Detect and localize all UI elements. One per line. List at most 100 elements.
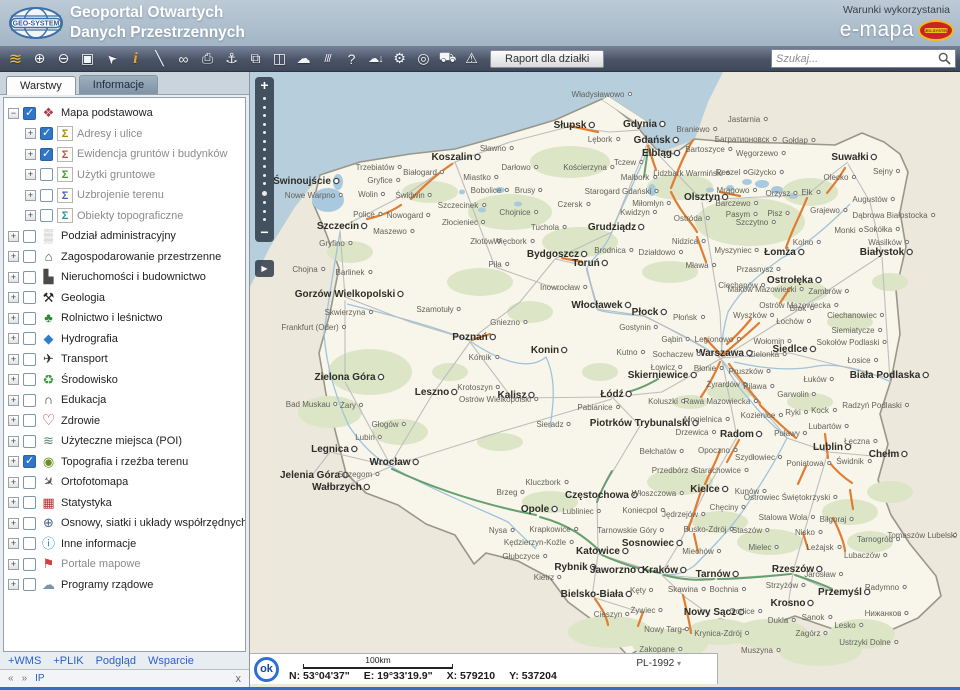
wsparcie-link[interactable]: Wsparcie	[148, 655, 194, 667]
tab-informacje[interactable]: Informacje	[79, 75, 158, 94]
layer-adresy[interactable]: Σ Adresy i ulice	[8, 124, 243, 145]
layer-checkbox[interactable]	[23, 107, 36, 120]
layer-mapa-podstawowa[interactable]: ❖ Mapa podstawowa	[8, 103, 243, 124]
ip-link[interactable]: IP	[35, 673, 44, 684]
expand-icon[interactable]	[8, 231, 19, 242]
layer-checkbox[interactable]	[23, 291, 36, 304]
layer-nieruchomosci[interactable]: ▙ Nieruchomości i budownictwo	[8, 267, 243, 288]
zoom-in-icon[interactable]: ⊕	[28, 48, 51, 70]
expand-icon[interactable]	[8, 292, 19, 303]
layer-checkbox[interactable]	[23, 250, 36, 263]
link-icon[interactable]: ∞	[172, 48, 195, 70]
layer-checkbox[interactable]	[40, 189, 53, 202]
warning-icon[interactable]: ⚠	[460, 48, 483, 70]
sidebar-toggle-button[interactable]: ▶	[255, 260, 274, 277]
expand-icon[interactable]	[8, 518, 19, 529]
layer-checkbox[interactable]	[23, 230, 36, 243]
zoom-in-button[interactable]: +	[255, 78, 274, 93]
layer-checkbox[interactable]	[23, 312, 36, 325]
pointer-icon[interactable]: ➤	[96, 43, 128, 75]
next-page-button[interactable]: »	[22, 673, 28, 684]
layer-checkbox[interactable]	[23, 558, 36, 571]
layer-osnowy[interactable]: ⊕ Osnowy, siatki i układy współrzędnych	[8, 513, 243, 534]
expand-icon[interactable]	[8, 374, 19, 385]
layer-transport[interactable]: ✈ Transport	[8, 349, 243, 370]
layout-icon[interactable]: ◫	[268, 48, 291, 70]
measure-line-icon[interactable]: ╲	[148, 48, 171, 70]
layer-programy-rzadowe[interactable]: ☁ Programy rządowe	[8, 575, 243, 596]
search-input[interactable]	[776, 53, 938, 65]
close-icon[interactable]: x	[236, 673, 242, 685]
copy-window-icon[interactable]: ⧉	[244, 48, 267, 70]
layer-checkbox[interactable]	[23, 332, 36, 345]
expand-icon[interactable]	[8, 497, 19, 508]
polygon-icon[interactable]: ☁	[292, 48, 315, 70]
layer-poi[interactable]: ≋ Użyteczne miejsca (POI)	[8, 431, 243, 452]
cloud-download-icon[interactable]: ☁↓	[364, 48, 387, 70]
report-parcel-button[interactable]: Raport dla działki	[490, 50, 604, 68]
layer-checkbox[interactable]	[23, 496, 36, 509]
collapse-icon[interactable]	[8, 108, 19, 119]
layer-checkbox[interactable]	[40, 168, 53, 181]
layer-checkbox[interactable]	[40, 209, 53, 222]
layer-srodowisko[interactable]: ♻ Środowisko	[8, 370, 243, 391]
expand-icon[interactable]	[25, 210, 36, 221]
layer-rolnictwo[interactable]: ♣ Rolnictwo i leśnictwo	[8, 308, 243, 329]
expand-icon[interactable]	[8, 333, 19, 344]
pin-icon[interactable]: ⚓	[220, 48, 243, 70]
layer-checkbox[interactable]	[23, 435, 36, 448]
layer-uzbrojenie[interactable]: Σ Uzbrojenie terenu	[8, 185, 243, 206]
zoom-dots[interactable]	[262, 93, 267, 225]
layer-checkbox[interactable]	[23, 414, 36, 427]
expand-icon[interactable]	[8, 456, 19, 467]
expand-icon[interactable]	[25, 149, 36, 160]
expand-icon[interactable]	[8, 313, 19, 324]
layer-edukacja[interactable]: ∩ Edukacja	[8, 390, 243, 411]
expand-icon[interactable]	[8, 477, 19, 488]
layer-zdrowie[interactable]: ♡ Zdrowie	[8, 411, 243, 432]
expand-icon[interactable]	[8, 579, 19, 590]
cart-icon[interactable]: ⛟	[436, 48, 459, 70]
map-canvas[interactable]: ŚwinoujścieSzczecinKoszalinSłupskGdyniaG…	[250, 72, 960, 687]
expand-icon[interactable]	[25, 128, 36, 139]
expand-icon[interactable]	[8, 559, 19, 570]
plik-link[interactable]: +PLIK	[53, 655, 83, 667]
prev-page-button[interactable]: «	[8, 673, 14, 684]
ok-button[interactable]: ok	[254, 657, 279, 682]
layer-obiekty-topo[interactable]: Σ Obiekty topograficzne	[8, 206, 243, 227]
layer-checkbox[interactable]	[23, 455, 36, 468]
help-icon[interactable]: ?	[340, 48, 363, 70]
layer-checkbox[interactable]	[40, 127, 53, 140]
terms-link[interactable]: Warunki wykorzystania	[843, 4, 950, 16]
expand-icon[interactable]	[8, 415, 19, 426]
expand-icon[interactable]	[25, 190, 36, 201]
search-plus-icon[interactable]: ◎	[412, 48, 435, 70]
layer-checkbox[interactable]	[23, 373, 36, 386]
layer-checkbox[interactable]	[23, 271, 36, 284]
layer-portale-mapowe[interactable]: ⚑ Portale mapowe	[8, 554, 243, 575]
search-box[interactable]	[771, 49, 956, 68]
layer-podzial-administracyjny[interactable]: ▒ Podział administracyjny	[8, 226, 243, 247]
map-viewport[interactable]: ŚwinoujścieSzczecinKoszalinSłupskGdyniaG…	[250, 72, 960, 687]
layer-geologia[interactable]: ⚒ Geologia	[8, 288, 243, 309]
layer-checkbox[interactable]	[23, 353, 36, 366]
layer-inne-informacje[interactable]: ⓘ Inne informacje	[8, 534, 243, 555]
expand-icon[interactable]	[8, 251, 19, 262]
zoom-out-button[interactable]: −	[255, 225, 274, 240]
print-icon[interactable]: ⎙	[196, 48, 219, 70]
wms-link[interactable]: +WMS	[8, 655, 41, 667]
search-icon[interactable]	[938, 52, 951, 65]
layer-checkbox[interactable]	[23, 476, 36, 489]
expand-icon[interactable]	[8, 395, 19, 406]
podglad-link[interactable]: Podgląd	[96, 655, 136, 667]
expand-icon[interactable]	[25, 169, 36, 180]
projection-select[interactable]: PL-1992 ▾	[636, 658, 681, 669]
layer-checkbox[interactable]	[23, 578, 36, 591]
layers-icon[interactable]: ≋	[4, 48, 27, 70]
layer-checkbox[interactable]	[23, 517, 36, 530]
expand-icon[interactable]	[8, 538, 19, 549]
layer-zagospodarowanie[interactable]: ⌂ Zagospodarowanie przestrzenne	[8, 247, 243, 268]
layer-checkbox[interactable]	[23, 537, 36, 550]
layer-checkbox[interactable]	[40, 148, 53, 161]
settings-icon[interactable]: ⚙	[388, 48, 411, 70]
